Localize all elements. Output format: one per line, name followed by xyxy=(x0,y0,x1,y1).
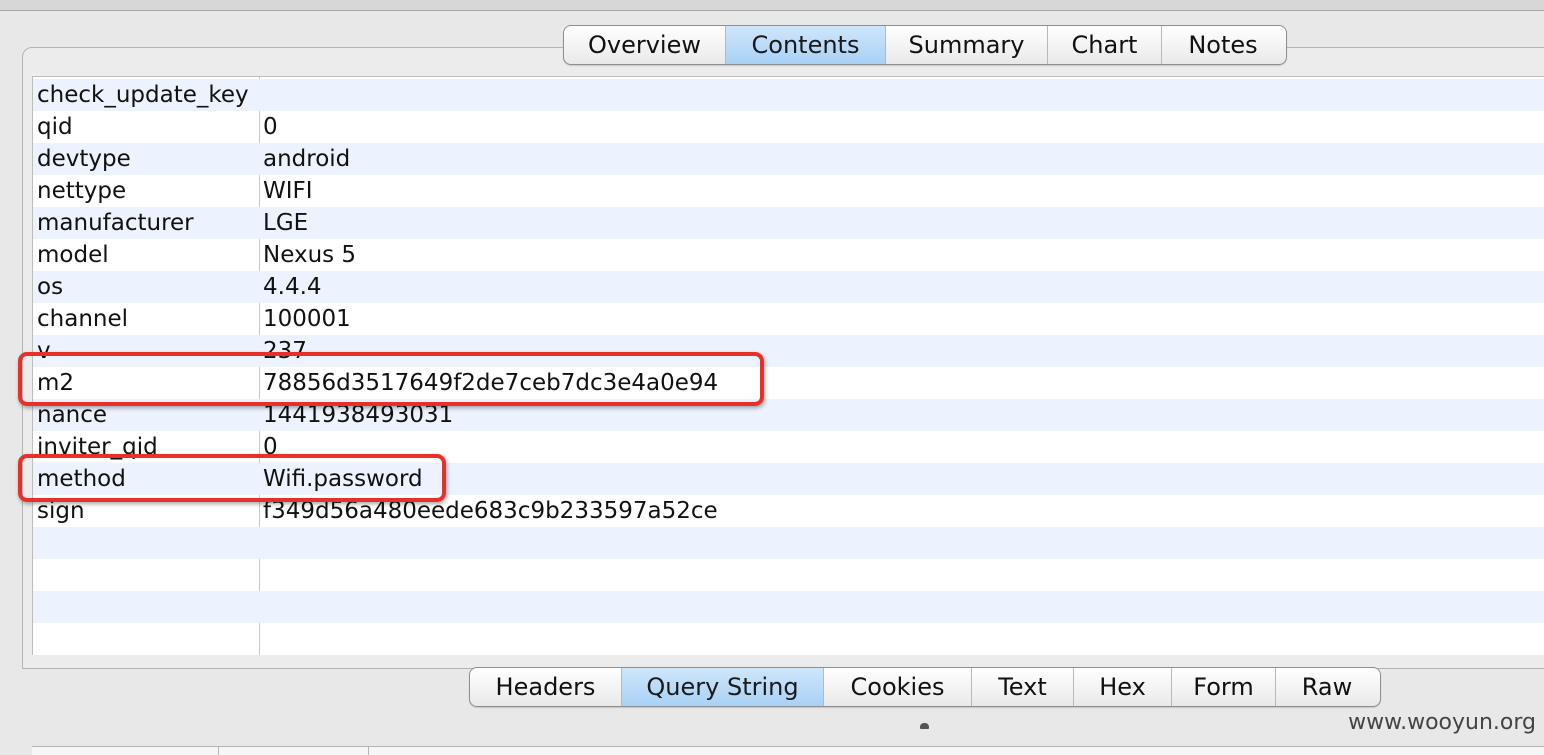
window-top-strip xyxy=(0,0,1544,11)
param-value: WIFI xyxy=(263,178,313,204)
tab-summary[interactable]: Summary xyxy=(886,26,1048,64)
param-key: channel xyxy=(37,306,129,332)
top-tab-bar: Overview Contents Summary Chart Notes xyxy=(563,25,1287,65)
tab-raw[interactable]: Raw xyxy=(1276,668,1378,706)
table-row[interactable]: os 4.4.4 xyxy=(33,271,1544,303)
empty-row xyxy=(33,527,1544,559)
highlight-box-method xyxy=(18,454,446,502)
param-value: 100001 xyxy=(263,306,351,332)
table-row[interactable]: check_update_key xyxy=(33,79,1544,111)
param-key: manufacturer xyxy=(37,210,194,236)
empty-row xyxy=(33,623,1544,655)
empty-row xyxy=(33,591,1544,623)
tab-headers[interactable]: Headers xyxy=(470,668,622,706)
table-row[interactable]: manufacturer LGE xyxy=(33,207,1544,239)
tab-query-string[interactable]: Query String xyxy=(622,668,824,706)
tab-chart[interactable]: Chart xyxy=(1048,26,1162,64)
param-key: os xyxy=(37,274,64,300)
table-row[interactable]: model Nexus 5 xyxy=(33,239,1544,271)
param-key: model xyxy=(37,242,109,268)
empty-row xyxy=(33,559,1544,591)
bottom-tab-bar: Headers Query String Cookies Text Hex Fo… xyxy=(469,667,1381,707)
tab-hex[interactable]: Hex xyxy=(1074,668,1172,706)
highlight-box-m2 xyxy=(18,352,764,406)
split-handle-icon[interactable] xyxy=(920,723,929,729)
param-key: devtype xyxy=(37,146,131,172)
table-row[interactable]: channel 100001 xyxy=(33,303,1544,335)
param-value: LGE xyxy=(263,210,309,236)
param-value: 0 xyxy=(263,114,278,140)
param-value: Nexus 5 xyxy=(263,242,357,268)
tab-contents[interactable]: Contents xyxy=(726,26,886,64)
tab-notes[interactable]: Notes xyxy=(1162,26,1284,64)
tab-form[interactable]: Form xyxy=(1172,668,1276,706)
table-row[interactable]: devtype android xyxy=(33,143,1544,175)
param-key: nettype xyxy=(37,178,127,204)
tab-overview[interactable]: Overview xyxy=(564,26,726,64)
param-value: android xyxy=(263,146,351,172)
param-key: qid xyxy=(37,114,73,140)
param-value: 4.4.4 xyxy=(263,274,322,300)
tab-text[interactable]: Text xyxy=(972,668,1074,706)
param-key: check_update_key xyxy=(37,82,249,108)
table-row[interactable]: qid 0 xyxy=(33,111,1544,143)
tab-cookies[interactable]: Cookies xyxy=(824,668,972,706)
table-row[interactable]: nettype WIFI xyxy=(33,175,1544,207)
watermark: www.wooyun.org xyxy=(1348,710,1536,735)
